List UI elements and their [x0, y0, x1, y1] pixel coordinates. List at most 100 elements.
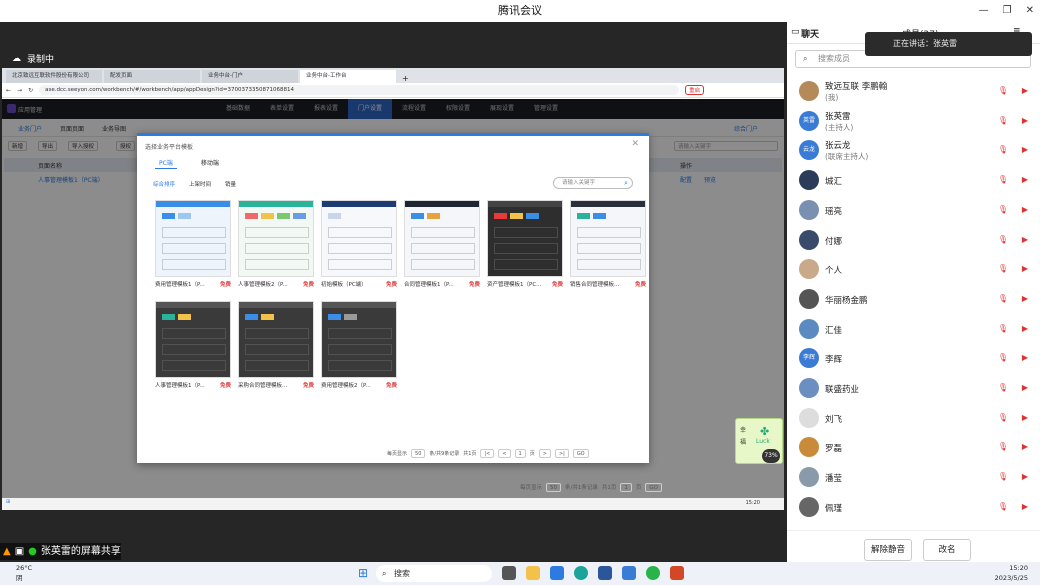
taskbar-clock[interactable]: 15:20 2023/5/25	[995, 563, 1028, 583]
app-icon[interactable]	[550, 566, 564, 580]
forward-icon[interactable]: →	[17, 87, 22, 94]
member-row[interactable]: 刘飞 🎙 ▶	[787, 403, 1040, 433]
camera-off-icon[interactable]: ▶	[1022, 205, 1028, 214]
template-thumbnail[interactable]	[238, 301, 314, 378]
member-row[interactable]: 华丽杨金鹏 🎙 ▶	[787, 284, 1040, 314]
template-card[interactable]: 费用管理模板2（P... 免费	[321, 301, 397, 391]
search-icon[interactable]: ⌕	[624, 178, 628, 188]
ppt-icon[interactable]	[670, 566, 684, 580]
browser-tab[interactable]: 北京致远互联软件股份有限公司	[6, 70, 102, 83]
mic-muted-icon[interactable]: 🎙	[998, 175, 1008, 184]
member-row[interactable]: 李辉 李辉 🎙 ▶	[787, 343, 1040, 373]
camera-off-icon[interactable]: ▶	[1022, 383, 1028, 392]
camera-off-icon[interactable]: ▶	[1022, 145, 1028, 154]
mic-muted-icon[interactable]: 🎙	[998, 442, 1008, 451]
template-thumbnail[interactable]	[487, 200, 563, 277]
member-row[interactable]: 付娜 🎙 ▶	[787, 225, 1040, 255]
camera-off-icon[interactable]: ▶	[1022, 353, 1028, 362]
mic-muted-icon[interactable]: 🎙	[998, 353, 1008, 362]
template-card[interactable]: 费用管理模板1（P... 免费	[155, 200, 231, 290]
member-row[interactable]: 佩瑾 🎙 ▶	[787, 492, 1040, 522]
template-card[interactable]: 采购合同管理模板... 免费	[238, 301, 314, 391]
template-card[interactable]: 初始模板（PC端） 免费	[321, 200, 397, 290]
template-card[interactable]: 资产管理模板1（PC... 免费	[487, 200, 563, 290]
page-input[interactable]: 1	[514, 449, 526, 458]
template-thumbnail[interactable]	[570, 200, 646, 277]
next-page-button[interactable]: >	[538, 449, 551, 458]
restart-button[interactable]: 重启	[685, 85, 705, 95]
meeting-icon[interactable]	[622, 566, 636, 580]
explorer-icon[interactable]	[526, 566, 540, 580]
template-thumbnail[interactable]	[238, 200, 314, 277]
member-row[interactable]: 致远互联 李鹏翰 (我) 🎙 ▶	[787, 76, 1040, 106]
prev-page-button[interactable]: <	[498, 449, 511, 458]
camera-off-icon[interactable]: ▶	[1022, 264, 1028, 273]
camera-off-icon[interactable]: ▶	[1022, 472, 1028, 481]
go-button[interactable]: GO	[645, 483, 662, 492]
member-row[interactable]: 城汇 🎙 ▶	[787, 165, 1040, 195]
mic-muted-icon[interactable]: 🎙	[998, 294, 1008, 303]
template-thumbnail[interactable]	[321, 200, 397, 277]
camera-off-icon[interactable]: ▶	[1022, 294, 1028, 303]
browser-tab[interactable]: 业务中台-门户	[202, 70, 298, 83]
go-button[interactable]: GO	[572, 449, 589, 458]
weather-widget[interactable]: 26°C 阴	[16, 563, 32, 583]
template-card[interactable]: 合同管理模板1（P... 免费	[404, 200, 480, 290]
page-size-select[interactable]: 50	[546, 483, 562, 492]
template-thumbnail[interactable]	[155, 301, 231, 378]
template-card[interactable]: 人事管理模板1（P... 免费	[155, 301, 231, 391]
page-input[interactable]: 1	[620, 483, 632, 492]
reload-icon[interactable]: ↻	[28, 87, 33, 94]
browser-tab[interactable]: 配发页面	[104, 70, 200, 83]
mic-muted-icon[interactable]: 🎙	[998, 502, 1008, 511]
camera-off-icon[interactable]: ▶	[1022, 86, 1028, 95]
new-tab-icon[interactable]: +	[398, 74, 409, 83]
mic-muted-icon[interactable]: 🎙	[998, 205, 1008, 214]
tab-pc[interactable]: PC端	[155, 158, 177, 169]
mic-muted-icon[interactable]: 🎙	[998, 264, 1008, 273]
close-icon[interactable]: ✕	[1026, 0, 1034, 22]
page-size-select[interactable]: 50	[411, 449, 426, 458]
template-thumbnail[interactable]	[155, 200, 231, 277]
restore-icon[interactable]: ❐	[1003, 0, 1012, 22]
member-row[interactable]: 英雷 张英雷 (主持人) 🎙 ▶	[787, 106, 1040, 136]
camera-off-icon[interactable]: ▶	[1022, 502, 1028, 511]
minimize-icon[interactable]: —	[979, 0, 989, 22]
luck-widget[interactable]: 幸 福 ✤ Luck 73%	[735, 418, 783, 464]
sort-sales[interactable]: 销量	[225, 180, 236, 188]
edge-icon[interactable]	[574, 566, 588, 580]
template-card[interactable]: 销售合同管理模板... 免费	[570, 200, 646, 290]
back-icon[interactable]: ←	[6, 87, 11, 94]
taskview-icon[interactable]	[502, 566, 516, 580]
mic-muted-icon[interactable]: 🎙	[998, 145, 1008, 154]
modal-search-input[interactable]: 请输入关键字 ⌕	[553, 177, 633, 189]
windows-start-icon[interactable]: ⊞	[358, 566, 368, 580]
url-field[interactable]: ase.dcc.seeyon.com/workbench/#/workbench…	[39, 85, 680, 95]
camera-off-icon[interactable]: ▶	[1022, 235, 1028, 244]
member-row[interactable]: 罗磊 🎙 ▶	[787, 432, 1040, 462]
rename-button[interactable]: 改名	[923, 539, 971, 561]
mic-muted-icon[interactable]: 🎙	[998, 86, 1008, 95]
sort-default[interactable]: 综合排序	[153, 180, 175, 188]
camera-off-icon[interactable]: ▶	[1022, 413, 1028, 422]
chrome-icon[interactable]	[646, 566, 660, 580]
first-page-button[interactable]: |<	[480, 449, 495, 458]
browser-tab[interactable]: 业务中台-工作台	[300, 70, 396, 83]
mic-muted-icon[interactable]: 🎙	[998, 116, 1008, 125]
sort-time[interactable]: 上架时间	[189, 180, 211, 188]
member-row[interactable]: 瑶亮 🎙 ▶	[787, 195, 1040, 225]
camera-off-icon[interactable]: ▶	[1022, 175, 1028, 184]
unmute-button[interactable]: 解除静音	[864, 539, 912, 561]
mic-muted-icon[interactable]: 🎙	[998, 383, 1008, 392]
mic-muted-icon[interactable]: 🎙	[998, 324, 1008, 333]
tab-mobile[interactable]: 移动端	[197, 158, 223, 169]
mic-muted-icon[interactable]: 🎙	[998, 413, 1008, 422]
member-row[interactable]: 个人 🎙 ▶	[787, 254, 1040, 284]
member-row[interactable]: 潘莹 🎙 ▶	[787, 462, 1040, 492]
mic-muted-icon[interactable]: 🎙	[998, 472, 1008, 481]
template-card[interactable]: 人事管理模板2（P... 免费	[238, 200, 314, 290]
tab-chat[interactable]: 聊天	[801, 27, 819, 40]
camera-off-icon[interactable]: ▶	[1022, 442, 1028, 451]
camera-off-icon[interactable]: ▶	[1022, 324, 1028, 333]
taskbar-search[interactable]: ⌕ 搜索	[376, 565, 492, 582]
